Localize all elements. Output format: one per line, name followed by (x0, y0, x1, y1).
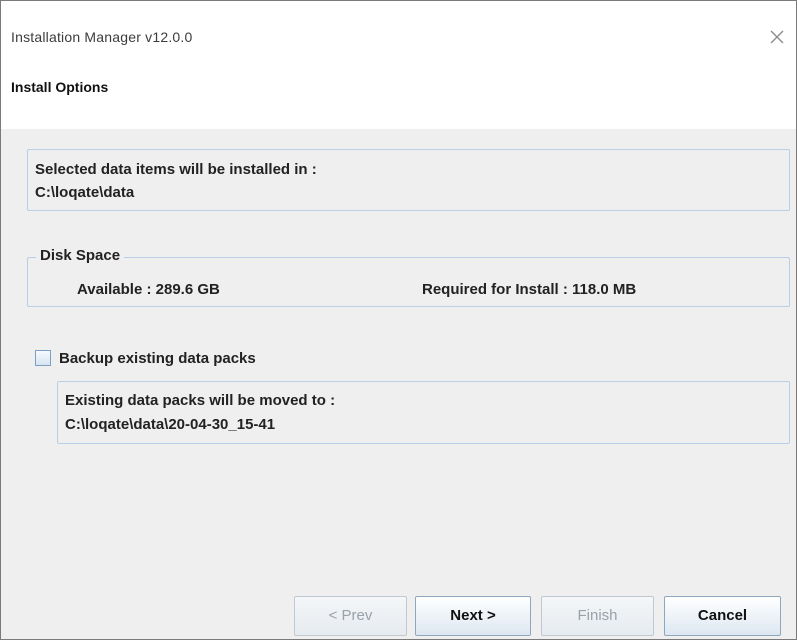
close-icon (770, 30, 784, 44)
disk-space-legend: Disk Space (36, 247, 125, 264)
backup-checkbox-box[interactable] (35, 350, 51, 366)
title-bar: Installation Manager v12.0.0 (1, 1, 796, 63)
cancel-button[interactable]: Cancel (664, 596, 781, 636)
required-space: Required for Install : 118.0 MB (422, 281, 637, 298)
disk-space-group: Disk Space Available : 289.6 GB Required… (27, 247, 790, 307)
backup-destination-path: C:\loqate\data\20-04-30_15-41 (65, 416, 276, 433)
install-location-label: Selected data items will be installed in… (35, 161, 317, 178)
backup-destination-panel: Existing data packs will be moved to : C… (57, 381, 790, 444)
install-location-panel: Selected data items will be installed in… (27, 149, 790, 211)
finish-button[interactable]: Finish (541, 596, 654, 636)
page-title: Install Options (11, 79, 109, 95)
next-button[interactable]: Next > (415, 596, 531, 636)
page-header: Install Options (1, 63, 796, 129)
backup-checkbox-label: Backup existing data packs (59, 349, 256, 367)
close-button[interactable] (764, 25, 790, 49)
backup-destination-label: Existing data packs will be moved to : (65, 392, 336, 409)
window-title: Installation Manager v12.0.0 (11, 29, 193, 45)
prev-button[interactable]: < Prev (294, 596, 407, 636)
install-location-path: C:\loqate\data (35, 184, 135, 201)
available-space: Available : 289.6 GB (77, 281, 220, 298)
installer-window: Installation Manager v12.0.0 Install Opt… (0, 0, 797, 640)
backup-checkbox[interactable]: Backup existing data packs (35, 346, 256, 370)
